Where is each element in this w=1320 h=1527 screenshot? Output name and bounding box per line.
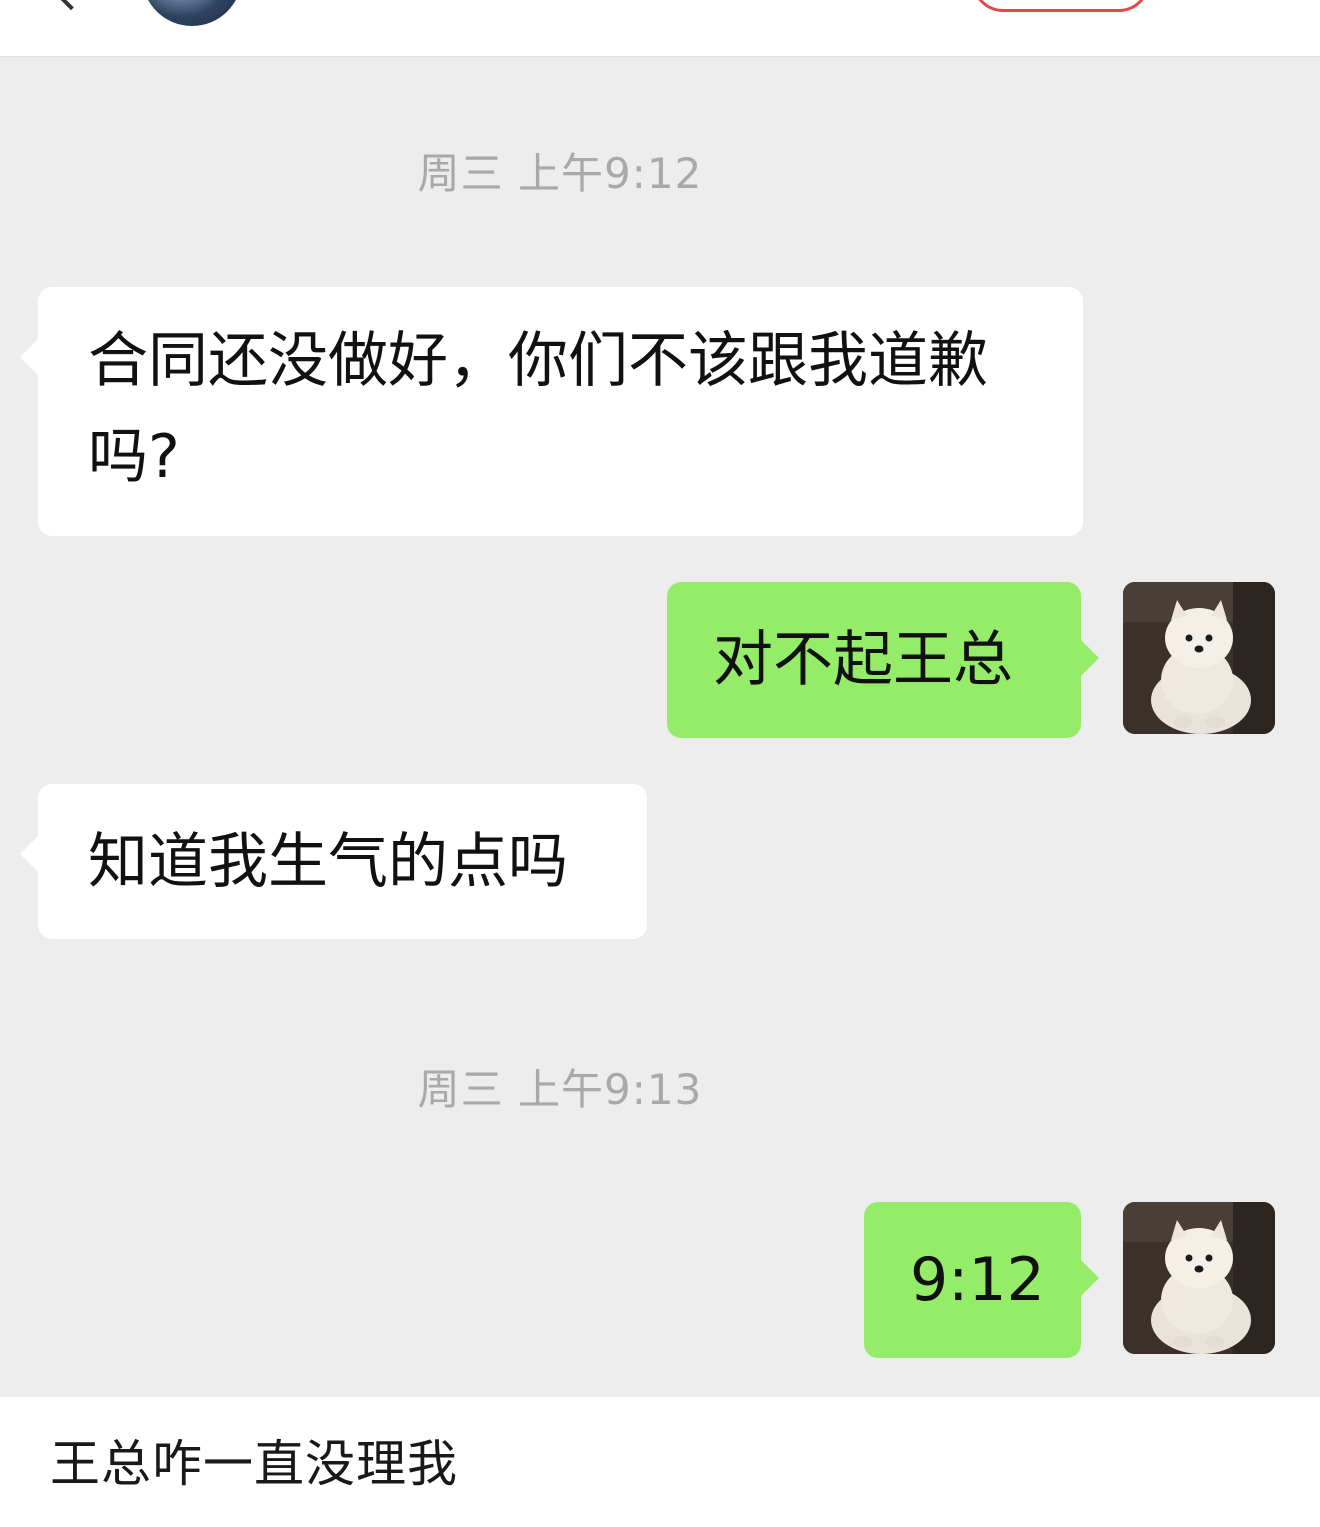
received-message-bubble[interactable]: 知道我生气的点吗 [20,784,647,939]
sent-message-bubble[interactable]: 9:12 [864,1202,1099,1358]
samoyed-puppy-avatar[interactable] [1123,582,1275,734]
chat-header [0,0,1320,57]
message-input[interactable]: 王总咋一直没理我 [50,1433,458,1495]
contact-avatar[interactable] [142,0,242,26]
header-action-button[interactable] [972,0,1150,12]
samoyed-puppy-avatar[interactable] [1123,1202,1275,1354]
message-timestamp: 周三 上午9:13 [417,1065,703,1114]
message-input-bar[interactable]: 王总咋一直没理我 [0,1397,1320,1527]
received-message-bubble[interactable]: 合同还没做好，你们不该跟我道歉吗? [20,287,1083,536]
sent-message-bubble[interactable]: 对不起王总 [667,582,1099,738]
message-timestamp: 周三 上午9:12 [417,149,703,198]
back-arrow-icon[interactable] [49,0,93,11]
